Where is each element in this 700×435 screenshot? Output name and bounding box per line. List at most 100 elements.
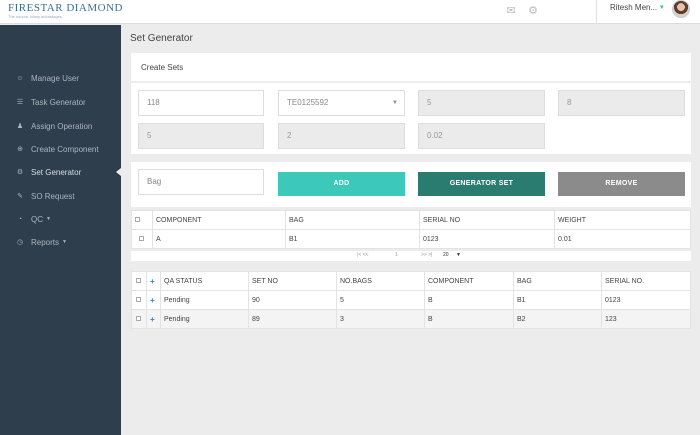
sidebar-item-qc[interactable]: ◔ QC ▼ <box>0 210 121 228</box>
table-cell: 0123 <box>601 290 691 310</box>
sidebar-item-label: Task Generator <box>31 97 86 107</box>
remove-button[interactable]: REMOVE <box>558 172 685 196</box>
sidebar-item-assign-operation[interactable]: ♟ Assign Operation <box>0 117 121 135</box>
readonly-field-4: 2 <box>278 123 405 149</box>
table-cell: 90 <box>248 290 337 310</box>
sidebar-item-create-component[interactable]: ⊕ Create Component <box>0 140 121 158</box>
top-bar: FIRESTAR DIAMOND The source. Many advant… <box>0 0 700 24</box>
table-cell: 123 <box>601 309 691 329</box>
active-indicator <box>116 168 121 176</box>
chevron-down-icon: ▼ <box>392 100 398 106</box>
chevron-down-icon[interactable]: ▼ <box>456 252 461 258</box>
add-button[interactable]: ADD <box>278 172 405 196</box>
sidebar-item-set-generator[interactable]: ⚙ Set Generator <box>0 163 121 181</box>
pager: |< << 1 >> >| 20 ▼ <box>131 251 691 261</box>
row-checkbox[interactable] <box>136 297 141 303</box>
row-expand-cell[interactable]: + <box>146 309 161 329</box>
readonly-field-5: 0.02 <box>418 123 545 149</box>
plus-icon[interactable]: + <box>150 277 155 286</box>
select-all-checkbox[interactable] <box>135 217 140 223</box>
row-select-cell[interactable] <box>131 229 153 249</box>
pager-next-last[interactable]: >> >| <box>421 252 432 258</box>
assign-icon: ♟ <box>16 123 24 130</box>
column-header: COMPONENT <box>152 210 286 230</box>
sidebar-item-label: Create Component <box>31 144 99 154</box>
table-cell: 0123 <box>419 229 555 249</box>
task-icon: ☰ <box>16 99 24 106</box>
chevron-down-icon: ▼ <box>46 216 51 222</box>
plus-icon[interactable]: + <box>150 315 155 324</box>
table-cell: 0.01 <box>554 229 691 249</box>
user-manage-icon: ☺ <box>16 74 24 82</box>
pager-first-prev[interactable]: |< << <box>357 252 368 258</box>
table-cell: B <box>424 290 514 310</box>
pager-page: 1 <box>395 252 398 258</box>
table-row[interactable]: + Pending 89 3 B B2 123 <box>131 309 691 329</box>
column-header: COMPONENT <box>424 271 514 291</box>
lot-select[interactable]: TE0125592 ▼ <box>278 90 405 116</box>
qc-icon: ◔ <box>17 215 23 223</box>
sidebar-item-task-generator[interactable]: ☰ Task Generator <box>0 93 121 111</box>
quantity-field[interactable]: 118 <box>138 90 264 116</box>
sidebar-item-label: Assign Operation <box>31 121 93 131</box>
sidebar-item-label: QC <box>31 214 43 224</box>
logo-tagline: The source. Many advantages. <box>8 14 63 19</box>
generator-set-button[interactable]: GENERATOR SET <box>418 172 545 196</box>
select-all-checkbox[interactable] <box>136 278 141 284</box>
top-divider <box>596 0 597 24</box>
row-checkbox[interactable] <box>136 316 141 322</box>
table-row[interactable]: A B1 0123 0.01 <box>131 229 691 249</box>
row-expand-cell[interactable]: + <box>146 290 161 310</box>
plus-icon[interactable]: + <box>150 296 155 305</box>
logo[interactable]: FIRESTAR DIAMOND The source. Many advant… <box>8 2 123 19</box>
reports-icon: ◷ <box>16 239 24 246</box>
gear-icon: ⚙ <box>16 169 24 176</box>
row-select-cell[interactable] <box>131 290 147 310</box>
column-header: NO.BAGS <box>336 271 425 291</box>
avatar[interactable] <box>672 0 690 18</box>
table-header-row: COMPONENT BAG SERIAL NO WEIGHT <box>131 210 691 230</box>
sidebar-item-label: Set Generator <box>31 167 82 177</box>
column-header: BAG <box>513 271 602 291</box>
user-menu-caret-icon[interactable]: ▾ <box>660 3 664 11</box>
sidebar-item-label: Reports <box>31 237 60 247</box>
bag-input[interactable]: Bag <box>138 169 264 195</box>
column-header: SET NO <box>248 271 337 291</box>
gear-icon[interactable]: ⚙ <box>526 4 540 18</box>
mail-icon[interactable]: ✉ <box>504 4 518 18</box>
table-cell: B <box>424 309 514 329</box>
column-header: QA STATUS <box>160 271 249 291</box>
column-header: WEIGHT <box>554 210 691 230</box>
readonly-field-3: 5 <box>138 123 264 149</box>
table-header-row: + QA STATUS SET NO NO.BAGS COMPONENT BAG… <box>131 271 691 291</box>
sidebar-item-label: SO Request <box>31 191 75 201</box>
row-select-cell[interactable] <box>131 309 147 329</box>
create-sets-header: Create Sets <box>131 53 691 82</box>
table-row[interactable]: + Pending 90 5 B B1 0123 <box>131 290 691 310</box>
logo-text: FIRESTAR DIAMOND <box>8 2 123 14</box>
row-checkbox[interactable] <box>139 236 144 242</box>
expand-header-cell[interactable]: + <box>146 271 161 291</box>
column-header: SERIAL NO <box>419 210 555 230</box>
user-name[interactable]: Ritesh Men... <box>610 3 657 12</box>
sidebar-item-label: Manage User <box>31 73 80 83</box>
table-cell: Pending <box>160 309 249 329</box>
sidebar-item-so-request[interactable]: ✎ SO Request <box>0 187 121 205</box>
chevron-down-icon: ▼ <box>62 239 67 245</box>
sidebar-item-reports[interactable]: ◷ Reports ▼ <box>0 233 121 251</box>
qa-table: + QA STATUS SET NO NO.BAGS COMPONENT BAG… <box>131 271 691 329</box>
page-title: Set Generator <box>130 33 193 44</box>
section-title: Create Sets <box>141 63 184 72</box>
component-table: COMPONENT BAG SERIAL NO WEIGHT A B1 0123… <box>131 210 691 249</box>
plus-circle-icon: ⊕ <box>17 146 23 153</box>
page-size-select[interactable]: 20 <box>443 252 449 258</box>
table-cell: Pending <box>160 290 249 310</box>
table-cell: 3 <box>336 309 425 329</box>
column-header: SERIAL NO. <box>601 271 691 291</box>
table-cell: 89 <box>248 309 337 329</box>
select-all-cell[interactable] <box>131 271 147 291</box>
table-cell: 5 <box>336 290 425 310</box>
sidebar-item-manage-user[interactable]: ☺ Manage User <box>0 69 121 87</box>
select-all-cell[interactable] <box>131 210 153 230</box>
request-icon: ✎ <box>17 193 23 200</box>
